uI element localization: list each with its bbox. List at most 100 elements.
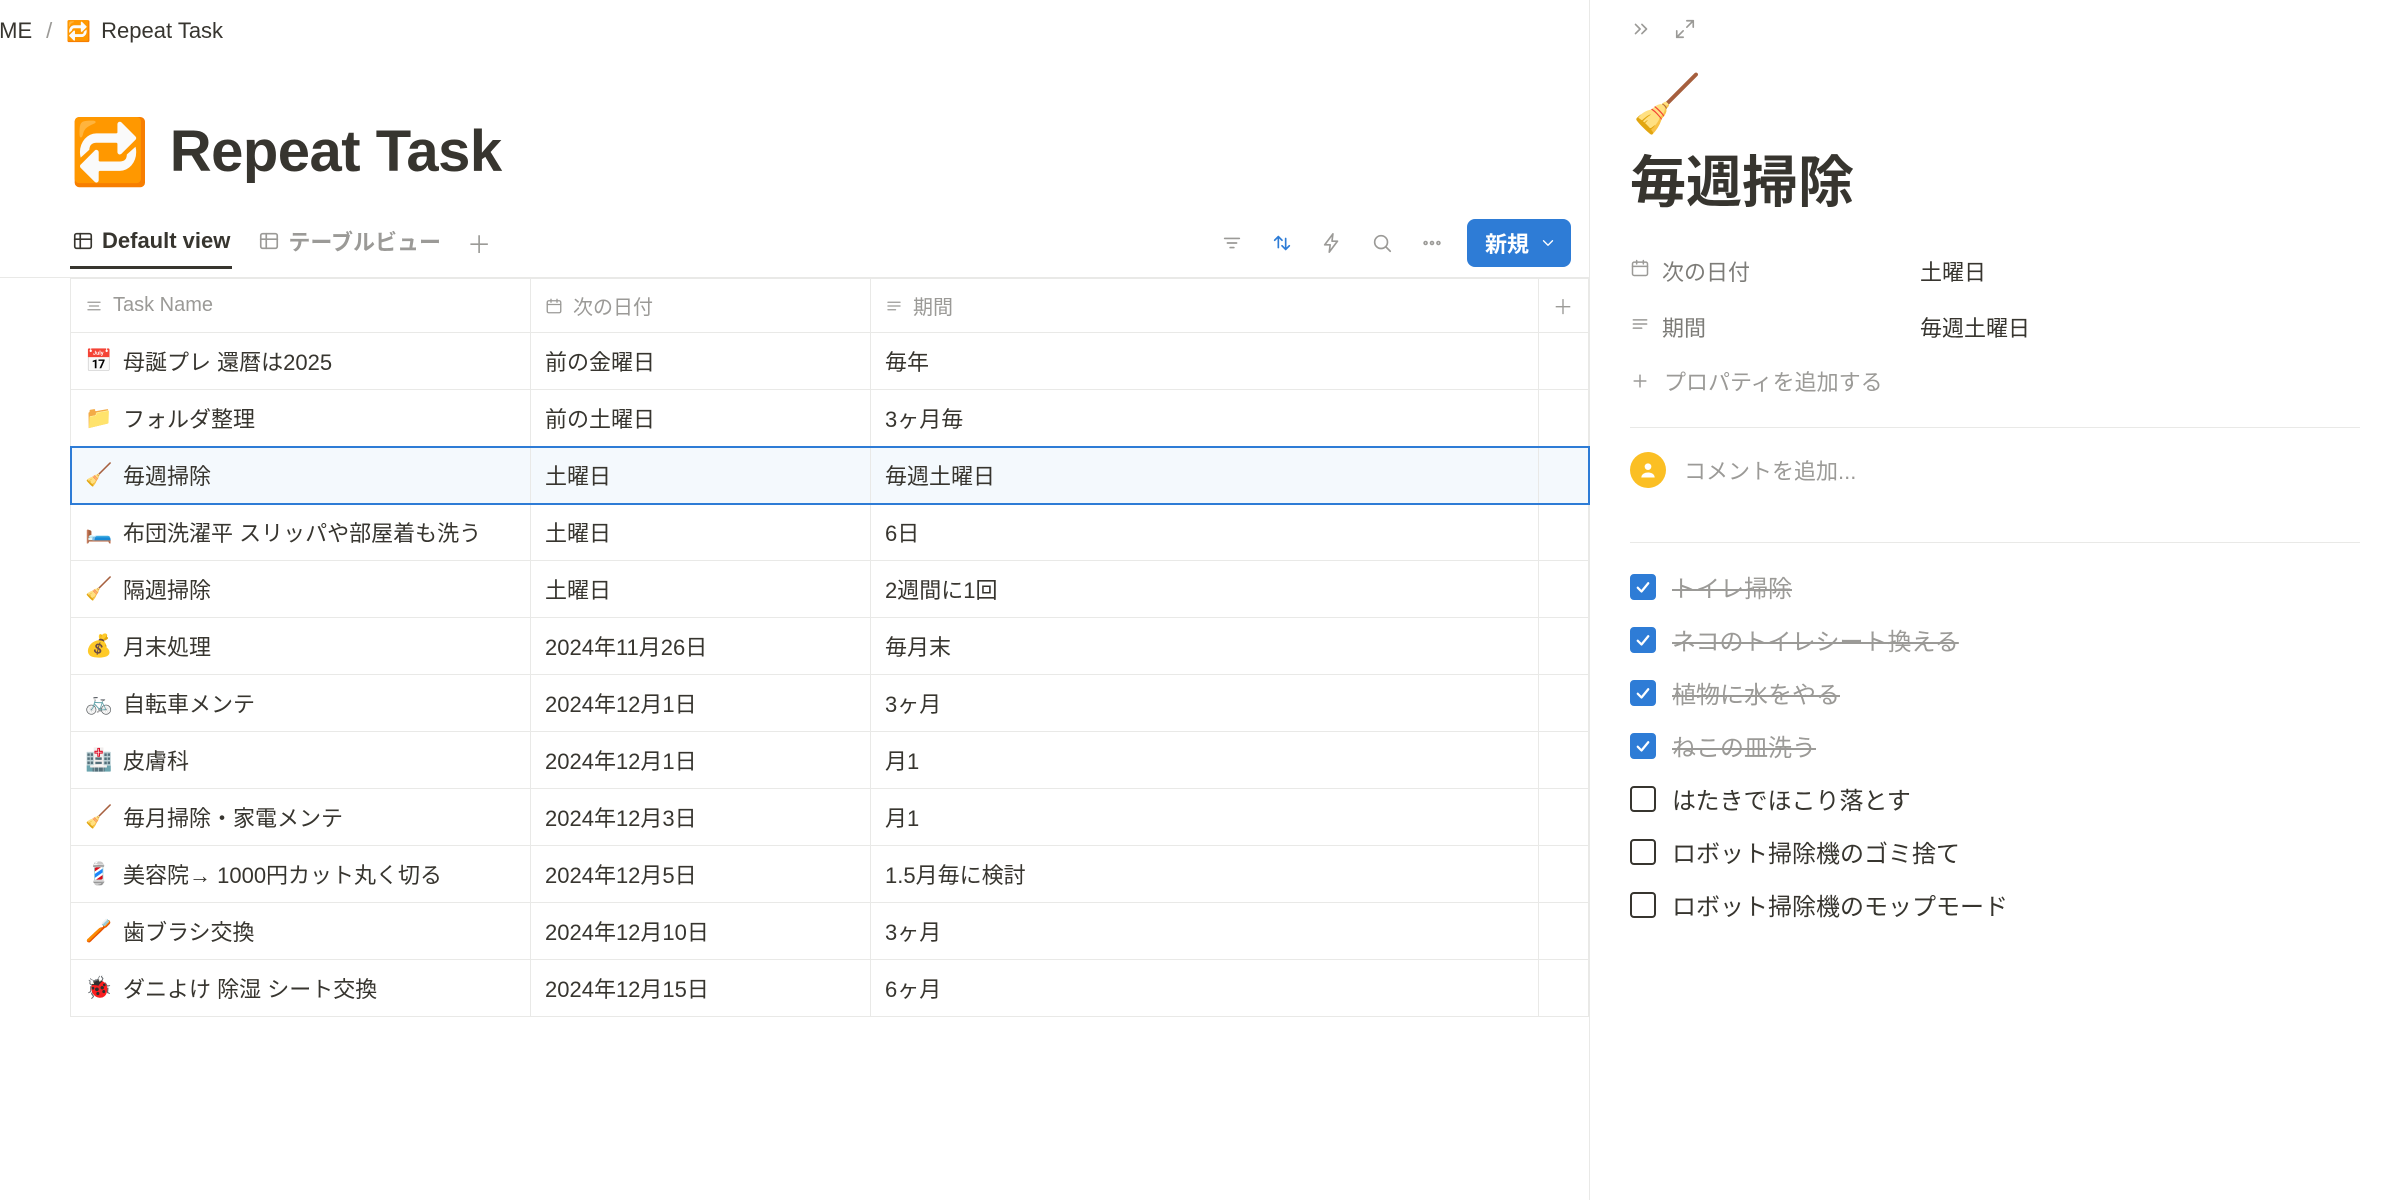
task-table: Task Name 次の日付 期間: [70, 278, 1589, 1017]
table-row[interactable]: 💈美容院→ 1000円カット丸く切る2024年12月5日1.5月毎に検討: [71, 846, 1589, 903]
row-name: 布団洗濯平 スリッパや部屋着も洗う: [123, 516, 481, 548]
row-emoji-icon: 🧹: [85, 462, 111, 488]
col-header-name-label: Task Name: [113, 294, 213, 317]
row-trailing: [1539, 960, 1589, 1017]
row-emoji-icon: 💈: [85, 861, 111, 887]
row-period: 1.5月毎に検討: [871, 846, 1539, 903]
breadcrumb-item-current[interactable]: 🔁 Repeat Task: [66, 18, 223, 44]
checklist-label: トイレ掃除: [1672, 569, 1792, 604]
add-view-button[interactable]: ＋: [467, 225, 491, 272]
checkbox[interactable]: [1630, 786, 1656, 812]
table-icon: [72, 230, 94, 252]
table-row[interactable]: 💰月末処理2024年11月26日毎月末: [71, 618, 1589, 675]
table-row[interactable]: 🪥歯ブラシ交換2024年12月10日3ヶ月: [71, 903, 1589, 960]
repeat-icon: 🔁: [66, 19, 91, 44]
row-trailing: [1539, 903, 1589, 960]
checkbox[interactable]: [1630, 680, 1656, 706]
sort-button[interactable]: [1267, 228, 1297, 258]
checkbox[interactable]: [1630, 627, 1656, 653]
checkbox[interactable]: [1630, 574, 1656, 600]
add-property-label: プロパティを追加する: [1664, 365, 1883, 397]
row-period: 毎月末: [871, 618, 1539, 675]
page-emoji-icon[interactable]: 🔁: [70, 120, 150, 184]
col-header-period-label: 期間: [913, 291, 953, 320]
table-row[interactable]: 🧹毎週掃除土曜日毎週土曜日: [71, 447, 1589, 504]
table-row[interactable]: 🚲自転車メンテ2024年12月1日3ヶ月: [71, 675, 1589, 732]
row-trailing: [1539, 504, 1589, 561]
col-header-date[interactable]: 次の日付: [531, 279, 871, 333]
row-period: 3ヶ月: [871, 675, 1539, 732]
expand-icon[interactable]: [1674, 18, 1696, 40]
view-tab-table[interactable]: テーブルビュー: [256, 225, 443, 272]
checklist-item[interactable]: ロボット掃除機のモップモード: [1630, 887, 2360, 922]
checklist-item[interactable]: ロボット掃除機のゴミ捨て: [1630, 834, 2360, 869]
property-row[interactable]: 次の日付土曜日: [1630, 255, 2360, 287]
property-label: 次の日付: [1662, 255, 1750, 287]
collapse-icon[interactable]: [1630, 18, 1652, 40]
add-column-button[interactable]: ＋: [1539, 279, 1589, 333]
more-button[interactable]: [1417, 228, 1447, 258]
table-row[interactable]: 📁フォルダ整理前の土曜日3ヶ月毎: [71, 390, 1589, 447]
checklist-label: はたきでほこり落とす: [1672, 781, 1911, 816]
breadcrumb-current-label: Repeat Task: [101, 18, 223, 44]
comment-placeholder: コメントを追加...: [1684, 454, 1856, 486]
filter-button[interactable]: [1217, 228, 1247, 258]
table-row[interactable]: 🧹毎月掃除・家電メンテ2024年12月3日月1: [71, 789, 1589, 846]
property-value: 毎週土曜日: [1920, 311, 2030, 343]
breadcrumb: OME / 🔁 Repeat Task: [0, 0, 1589, 62]
page-title[interactable]: Repeat Task: [170, 118, 502, 185]
row-period: 3ヶ月: [871, 903, 1539, 960]
checklist-item[interactable]: トイレ掃除: [1630, 569, 2360, 604]
row-emoji-icon: 🐞: [85, 975, 111, 1001]
checklist-item[interactable]: ねこの皿洗う: [1630, 728, 2360, 763]
breadcrumb-item-home[interactable]: OME: [0, 18, 32, 44]
property-row[interactable]: 期間毎週土曜日: [1630, 311, 2360, 343]
checklist-item[interactable]: はたきでほこり落とす: [1630, 781, 2360, 816]
table-row[interactable]: 🛏️布団洗濯平 スリッパや部屋着も洗う土曜日6日: [71, 504, 1589, 561]
table-row[interactable]: 🧹隔週掃除土曜日2週間に1回: [71, 561, 1589, 618]
row-date: 2024年12月15日: [531, 960, 871, 1017]
detail-panel: 🧹 毎週掃除 次の日付土曜日期間毎週土曜日 プロパティを追加する コメントを追加…: [1590, 0, 2400, 1200]
checklist-label: ロボット掃除機のゴミ捨て: [1672, 834, 1960, 869]
row-period: 月1: [871, 789, 1539, 846]
row-trailing: [1539, 561, 1589, 618]
detail-emoji-icon[interactable]: 🧹: [1630, 76, 2360, 132]
checkbox[interactable]: [1630, 892, 1656, 918]
col-header-name[interactable]: Task Name: [71, 279, 531, 333]
row-name: 美容院→ 1000円カット丸く切る: [123, 858, 442, 890]
row-date: 土曜日: [531, 561, 871, 618]
col-header-period[interactable]: 期間: [871, 279, 1539, 333]
checklist-label: ロボット掃除機のモップモード: [1672, 887, 2008, 922]
row-trailing: [1539, 732, 1589, 789]
row-emoji-icon: 🧹: [85, 576, 111, 602]
row-name: 歯ブラシ交換: [123, 915, 255, 947]
add-comment-row[interactable]: コメントを追加...: [1630, 428, 2360, 512]
row-period: 2週間に1回: [871, 561, 1539, 618]
add-property-button[interactable]: プロパティを追加する: [1630, 343, 2360, 397]
table-row[interactable]: 📅母誕プレ 還暦は2025前の金曜日毎年: [71, 333, 1589, 390]
table-row[interactable]: 🐞ダニよけ 除湿 シート交換2024年12月15日6ヶ月: [71, 960, 1589, 1017]
checklist-item[interactable]: ネコのトイレシート換える: [1630, 622, 2360, 657]
breadcrumb-home-label: OME: [0, 18, 32, 44]
checklist-label: ねこの皿洗う: [1672, 728, 1816, 763]
row-name: 皮膚科: [123, 744, 189, 776]
row-emoji-icon: 📁: [85, 405, 111, 431]
detail-title[interactable]: 毎週掃除: [1630, 132, 2360, 219]
avatar: [1630, 452, 1666, 488]
checkbox[interactable]: [1630, 733, 1656, 759]
checklist-label: 植物に水をやる: [1672, 675, 1840, 710]
new-button[interactable]: 新規: [1467, 219, 1571, 267]
bolt-icon: [1321, 232, 1343, 254]
row-date: 2024年12月1日: [531, 732, 871, 789]
row-name: ダニよけ 除湿 シート交換: [123, 972, 377, 1004]
table-row[interactable]: 🏥皮膚科2024年12月1日月1: [71, 732, 1589, 789]
row-emoji-icon: 📅: [85, 348, 111, 374]
search-button[interactable]: [1367, 228, 1397, 258]
row-emoji-icon: 💰: [85, 633, 111, 659]
automation-button[interactable]: [1317, 228, 1347, 258]
checklist-item[interactable]: 植物に水をやる: [1630, 675, 2360, 710]
view-actions: 新規: [1217, 219, 1589, 277]
view-tab-default[interactable]: Default view: [70, 228, 232, 269]
row-emoji-icon: 🧹: [85, 804, 111, 830]
checkbox[interactable]: [1630, 839, 1656, 865]
